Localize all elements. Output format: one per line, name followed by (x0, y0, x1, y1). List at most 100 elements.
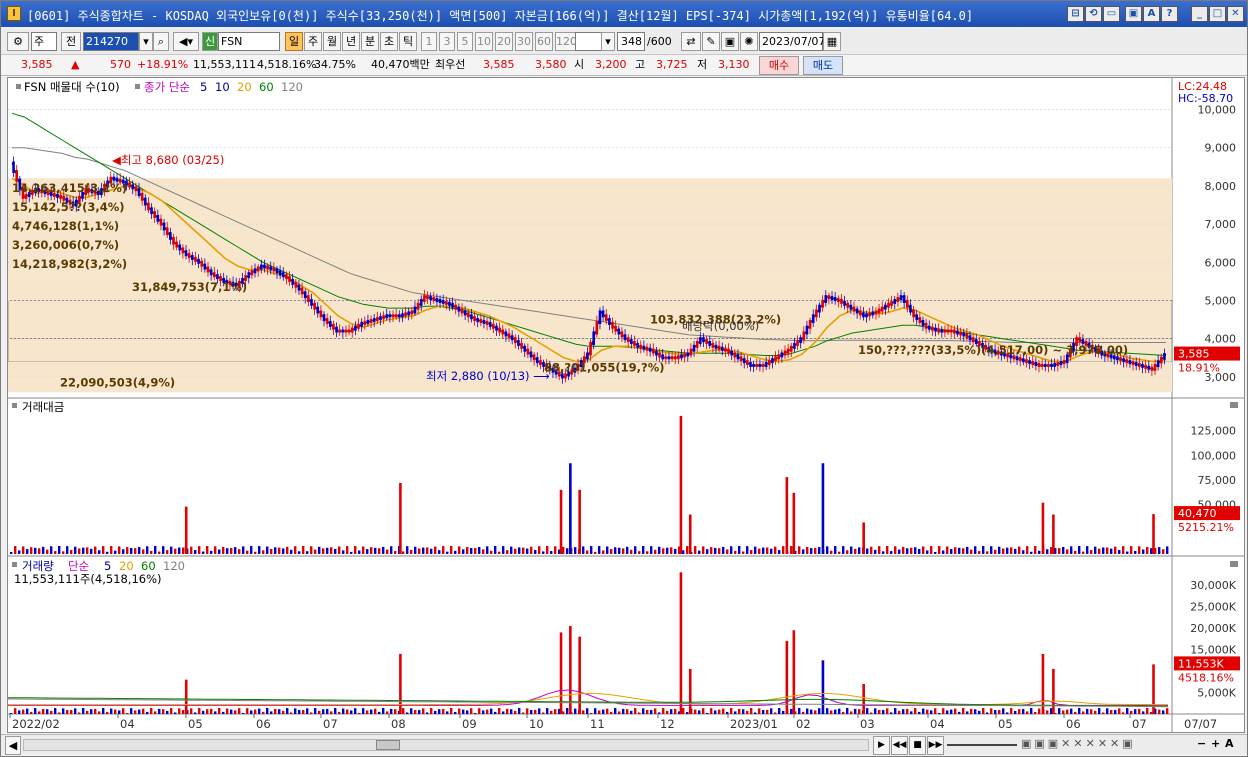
candle-body (269, 266, 273, 271)
prev-button[interactable]: 전 (61, 32, 81, 51)
save-icon[interactable]: ▣ (1125, 6, 1142, 22)
volume-bar (790, 708, 793, 714)
market-select[interactable]: 주 (31, 32, 57, 51)
amount-bar (718, 548, 721, 554)
maximize-icon[interactable]: □ (1209, 6, 1226, 22)
window-icon[interactable]: ▭ (1103, 6, 1120, 22)
minimize-icon[interactable]: _ (1191, 6, 1208, 22)
config-icon[interactable]: ✺ (740, 32, 758, 51)
zoom-button[interactable]: + (1211, 737, 1220, 751)
chart-area[interactable]: 10,000 9,000 8,000 7,000 6,000 5,000 4,000 3,00… (7, 77, 1245, 733)
minute-step-button[interactable]: 3 (439, 32, 455, 51)
volume-bar (714, 710, 717, 714)
amount-bar (650, 546, 653, 554)
font-icon[interactable]: A (1143, 6, 1160, 22)
period-button[interactable]: 일 (285, 32, 303, 51)
candle-body (476, 318, 479, 323)
scroll-track[interactable] (23, 739, 869, 751)
volume-bar (286, 708, 289, 714)
amount-bar (754, 546, 757, 554)
period-button[interactable]: 년 (342, 32, 360, 51)
close-icon[interactable]: ✕ (1227, 6, 1244, 22)
period-button[interactable]: 월 (323, 32, 341, 51)
volume-bar (1078, 708, 1081, 714)
minute-step-button[interactable]: 5 (457, 32, 473, 51)
scroll-thumb[interactable] (376, 740, 400, 750)
volume-bar (894, 708, 897, 714)
sound-icon[interactable]: ◀▾ (173, 32, 199, 51)
candle-body (717, 345, 721, 350)
period-button[interactable]: 틱 (399, 32, 417, 51)
search-icon[interactable]: ⌕ (153, 32, 169, 51)
minute-step-button[interactable]: 60 (535, 32, 553, 51)
period-button[interactable]: 초 (380, 32, 398, 51)
disk-save-icon[interactable]: ▣ (721, 32, 739, 51)
buy-button[interactable]: 매수 (759, 56, 799, 75)
candle-body (833, 297, 837, 302)
stock-name-input[interactable]: FSN (218, 32, 280, 51)
count-input[interactable]: 348 (617, 32, 645, 51)
category-badge[interactable]: 신 (202, 32, 218, 51)
date-input[interactable]: 2023/07/07 (759, 32, 825, 51)
volume-bar (226, 708, 229, 714)
nav-button[interactable]: ◀◀ (891, 736, 908, 755)
amount-bar (334, 548, 337, 554)
period-button[interactable]: 주 (304, 32, 322, 51)
volume-bar (322, 709, 325, 714)
minute-step-button[interactable]: 30 (515, 32, 533, 51)
candle-body (811, 314, 815, 324)
y-tick-label: 30,000K (1190, 579, 1236, 592)
help-icon[interactable]: ? (1161, 6, 1178, 22)
scroll-bar[interactable]: ◀ ▶ ◀◀ ■ ▶▶ ▣▣▣✕✕✕✕✕▣ − + A (1, 734, 1247, 755)
link-icon[interactable]: ⟲ (1085, 6, 1102, 22)
sell-button[interactable]: 매도 (803, 56, 843, 75)
amount-bar (614, 547, 617, 554)
settings-icon[interactable]: ⚙ (7, 32, 29, 51)
candle-body (818, 304, 821, 313)
zoom-button[interactable]: − (1197, 737, 1206, 751)
amount-bar (638, 551, 641, 554)
candle-body (410, 310, 414, 315)
calendar-icon[interactable]: ▦ (823, 32, 841, 51)
nav-button[interactable]: ■ (909, 736, 926, 755)
period-button[interactable]: 분 (361, 32, 379, 51)
volume-band-label: 15,142,5??(3,4%) (12, 200, 125, 214)
minute-step-button[interactable]: 120 (555, 32, 577, 51)
candle-body (313, 302, 316, 310)
step-dropdown-icon[interactable]: ▾ (601, 32, 615, 51)
volume-bar (350, 710, 353, 714)
candle-body (460, 308, 464, 314)
volume-bar (606, 708, 609, 714)
amount-bar (310, 546, 313, 554)
chart-svg[interactable]: 10,0009,0008,0007,0006,0005,0004,0003,00… (7, 78, 1244, 732)
amount-bar (842, 546, 845, 554)
volume-bar (882, 709, 885, 714)
compare-icon[interactable]: ⇄ (681, 32, 701, 51)
candle-body (134, 186, 138, 192)
scroll-left-icon[interactable]: ◀ (5, 736, 21, 755)
zoom-slider[interactable] (947, 744, 1017, 746)
volume-bar (550, 710, 553, 714)
draw-tools-icon[interactable]: ▣▣▣✕✕✕✕✕▣ (1021, 737, 1136, 751)
code-dropdown-icon[interactable]: ▾ (139, 32, 153, 51)
minute-step-button[interactable]: 10 (475, 32, 493, 51)
candle-body (391, 314, 395, 318)
amount-spike (184, 506, 188, 554)
amount-bar (1022, 550, 1025, 554)
legend-marker (135, 84, 140, 89)
volume-bar (1086, 708, 1089, 714)
amount-bar (986, 551, 989, 554)
minute-step-button[interactable]: 20 (495, 32, 513, 51)
restore-icon[interactable]: ⊟ (1067, 6, 1084, 22)
nav-button[interactable]: ▶ (873, 736, 890, 755)
candle-body (912, 309, 915, 318)
candle-body (1043, 363, 1047, 367)
tool-icon[interactable]: ✎ (702, 32, 720, 51)
code-input[interactable]: 214270 (83, 32, 139, 51)
nav-button[interactable]: ▶▶ (927, 736, 944, 755)
candle-body (1125, 359, 1129, 364)
zoom-button[interactable]: A (1225, 737, 1234, 751)
volume-bar (982, 708, 985, 714)
minute-step-button[interactable]: 1 (421, 32, 437, 51)
amount-bar (594, 551, 597, 554)
